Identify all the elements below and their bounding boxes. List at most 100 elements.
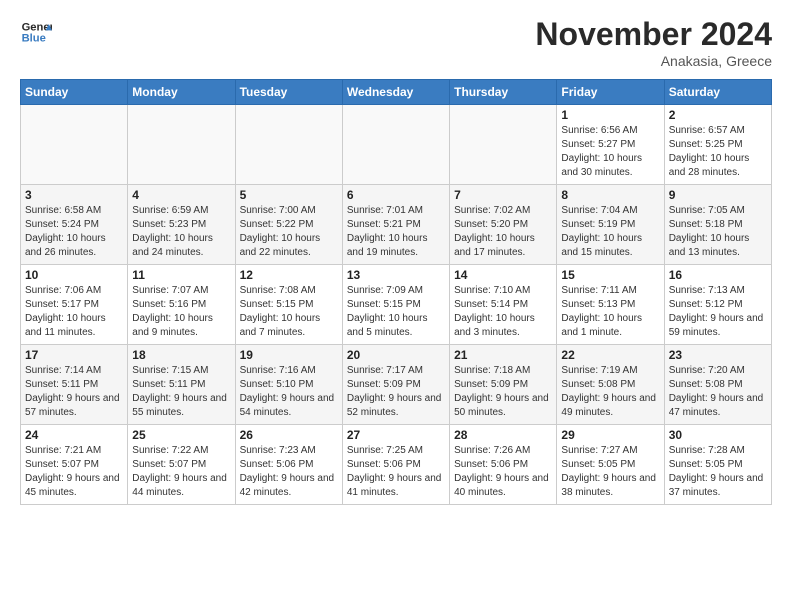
day-info: Sunrise: 7:16 AM Sunset: 5:10 PM Dayligh… [240,364,338,420]
day-info: Sunrise: 6:56 AM Sunset: 5:27 PM Dayligh… [561,124,659,180]
day-number: 13 [347,268,445,282]
week-row-3: 17Sunrise: 7:14 AM Sunset: 5:11 PM Dayli… [21,345,772,425]
month-title: November 2024 [535,16,772,53]
calendar-cell: 18 Sunrise: 7:15 AM Sunset: 5:11 PM Dayli… [128,345,235,425]
calendar-cell: 1 Sunrise: 6:56 AM Sunset: 5:27 PM Daylig… [557,105,664,185]
day-number: 23 [669,348,767,362]
day-number: 22 [561,348,659,362]
day-number: 30 [669,428,767,442]
day-number: 28 [454,428,552,442]
header-cell-wednesday: Wednesday [342,80,449,105]
calendar-cell: 2Sunrise: 6:57 AM Sunset: 5:25 PM Daylig… [664,105,771,185]
day-number: 9 [669,188,767,202]
day-number: 2 [669,108,767,122]
day-info: Sunrise: 7:20 AM Sunset: 5:08 PM Dayligh… [669,364,767,420]
day-info: Sunrise: 7:19 AM Sunset: 5:08 PM Dayligh… [561,364,659,420]
calendar-cell: 14Sunrise: 7:10 AM Sunset: 5:14 PM Dayli… [450,265,557,345]
day-info: Sunrise: 7:17 AM Sunset: 5:09 PM Dayligh… [347,364,445,420]
day-info: Sunrise: 6:58 AM Sunset: 5:24 PM Dayligh… [25,204,123,260]
day-info: Sunrise: 7:02 AM Sunset: 5:20 PM Dayligh… [454,204,552,260]
day-info: Sunrise: 7:22 AM Sunset: 5:07 PM Dayligh… [132,444,230,500]
day-info: Sunrise: 7:01 AM Sunset: 5:21 PM Dayligh… [347,204,445,260]
calendar-header: SundayMondayTuesdayWednesdayThursdayFrid… [21,80,772,105]
calendar-cell: 28 Sunrise: 7:26 AM Sunset: 5:06 PM Dayli… [450,425,557,505]
day-number: 8 [561,188,659,202]
day-number: 1 [561,108,659,122]
day-number: 19 [240,348,338,362]
calendar-cell: 25 Sunrise: 7:22 AM Sunset: 5:07 PM Dayli… [128,425,235,505]
day-info: Sunrise: 7:00 AM Sunset: 5:22 PM Dayligh… [240,204,338,260]
header-cell-tuesday: Tuesday [235,80,342,105]
calendar-cell [450,105,557,185]
header-cell-friday: Friday [557,80,664,105]
svg-text:Blue: Blue [22,33,46,45]
calendar-cell: 16Sunrise: 7:13 AM Sunset: 5:12 PM Dayli… [664,265,771,345]
header-row: SundayMondayTuesdayWednesdayThursdayFrid… [21,80,772,105]
header-cell-sunday: Sunday [21,80,128,105]
day-info: Sunrise: 7:25 AM Sunset: 5:06 PM Dayligh… [347,444,445,500]
calendar-cell: 20 Sunrise: 7:17 AM Sunset: 5:09 PM Dayli… [342,345,449,425]
calendar-cell: 10 Sunrise: 7:06 AM Sunset: 5:17 PM Dayli… [21,265,128,345]
calendar-cell: 13 Sunrise: 7:09 AM Sunset: 5:15 PM Dayli… [342,265,449,345]
calendar-cell: 4 Sunrise: 6:59 AM Sunset: 5:23 PM Daylig… [128,185,235,265]
day-number: 12 [240,268,338,282]
day-info: Sunrise: 7:10 AM Sunset: 5:14 PM Dayligh… [454,284,552,340]
header-cell-monday: Monday [128,80,235,105]
calendar-cell: 3Sunrise: 6:58 AM Sunset: 5:24 PM Daylig… [21,185,128,265]
day-info: Sunrise: 7:05 AM Sunset: 5:18 PM Dayligh… [669,204,767,260]
day-number: 20 [347,348,445,362]
calendar-cell: 17Sunrise: 7:14 AM Sunset: 5:11 PM Dayli… [21,345,128,425]
day-info: Sunrise: 7:18 AM Sunset: 5:09 PM Dayligh… [454,364,552,420]
calendar-cell: 15 Sunrise: 7:11 AM Sunset: 5:13 PM Dayli… [557,265,664,345]
day-info: Sunrise: 7:15 AM Sunset: 5:11 PM Dayligh… [132,364,230,420]
calendar-cell [21,105,128,185]
logo-icon: General Blue [20,16,52,48]
calendar-cell [128,105,235,185]
calendar-cell: 11 Sunrise: 7:07 AM Sunset: 5:16 PM Dayli… [128,265,235,345]
day-info: Sunrise: 7:09 AM Sunset: 5:15 PM Dayligh… [347,284,445,340]
title-section: November 2024 Anakasia, Greece [535,16,772,69]
header-cell-thursday: Thursday [450,80,557,105]
day-number: 25 [132,428,230,442]
day-number: 26 [240,428,338,442]
calendar-cell: 23 Sunrise: 7:20 AM Sunset: 5:08 PM Dayli… [664,345,771,425]
logo: General Blue [20,16,52,48]
day-info: Sunrise: 7:07 AM Sunset: 5:16 PM Dayligh… [132,284,230,340]
calendar-cell: 8 Sunrise: 7:04 AM Sunset: 5:19 PM Daylig… [557,185,664,265]
day-info: Sunrise: 7:21 AM Sunset: 5:07 PM Dayligh… [25,444,123,500]
day-number: 29 [561,428,659,442]
week-row-1: 3Sunrise: 6:58 AM Sunset: 5:24 PM Daylig… [21,185,772,265]
day-info: Sunrise: 7:11 AM Sunset: 5:13 PM Dayligh… [561,284,659,340]
day-number: 11 [132,268,230,282]
day-number: 10 [25,268,123,282]
day-number: 15 [561,268,659,282]
calendar-cell: 29Sunrise: 7:27 AM Sunset: 5:05 PM Dayli… [557,425,664,505]
calendar-cell: 5Sunrise: 7:00 AM Sunset: 5:22 PM Daylig… [235,185,342,265]
subtitle: Anakasia, Greece [535,53,772,69]
calendar-cell [342,105,449,185]
calendar-table: SundayMondayTuesdayWednesdayThursdayFrid… [20,79,772,505]
calendar-cell: 6Sunrise: 7:01 AM Sunset: 5:21 PM Daylig… [342,185,449,265]
day-info: Sunrise: 6:59 AM Sunset: 5:23 PM Dayligh… [132,204,230,260]
day-info: Sunrise: 7:26 AM Sunset: 5:06 PM Dayligh… [454,444,552,500]
calendar-cell: 21 Sunrise: 7:18 AM Sunset: 5:09 PM Dayli… [450,345,557,425]
day-info: Sunrise: 7:06 AM Sunset: 5:17 PM Dayligh… [25,284,123,340]
day-number: 24 [25,428,123,442]
page-container: General Blue November 2024 Anakasia, Gre… [0,0,792,515]
week-row-0: 1 Sunrise: 6:56 AM Sunset: 5:27 PM Daylig… [21,105,772,185]
week-row-2: 10 Sunrise: 7:06 AM Sunset: 5:17 PM Dayli… [21,265,772,345]
day-number: 4 [132,188,230,202]
calendar-cell: 19 Sunrise: 7:16 AM Sunset: 5:10 PM Dayli… [235,345,342,425]
day-number: 18 [132,348,230,362]
day-info: Sunrise: 7:23 AM Sunset: 5:06 PM Dayligh… [240,444,338,500]
calendar-cell: 24 Sunrise: 7:21 AM Sunset: 5:07 PM Dayli… [21,425,128,505]
day-info: Sunrise: 7:28 AM Sunset: 5:05 PM Dayligh… [669,444,767,500]
day-info: Sunrise: 7:14 AM Sunset: 5:11 PM Dayligh… [25,364,123,420]
day-number: 21 [454,348,552,362]
calendar-cell: 9 Sunrise: 7:05 AM Sunset: 5:18 PM Daylig… [664,185,771,265]
calendar-cell: 27Sunrise: 7:25 AM Sunset: 5:06 PM Dayli… [342,425,449,505]
day-info: Sunrise: 7:08 AM Sunset: 5:15 PM Dayligh… [240,284,338,340]
week-row-4: 24 Sunrise: 7:21 AM Sunset: 5:07 PM Dayli… [21,425,772,505]
day-info: Sunrise: 7:04 AM Sunset: 5:19 PM Dayligh… [561,204,659,260]
calendar-cell: 22 Sunrise: 7:19 AM Sunset: 5:08 PM Dayli… [557,345,664,425]
